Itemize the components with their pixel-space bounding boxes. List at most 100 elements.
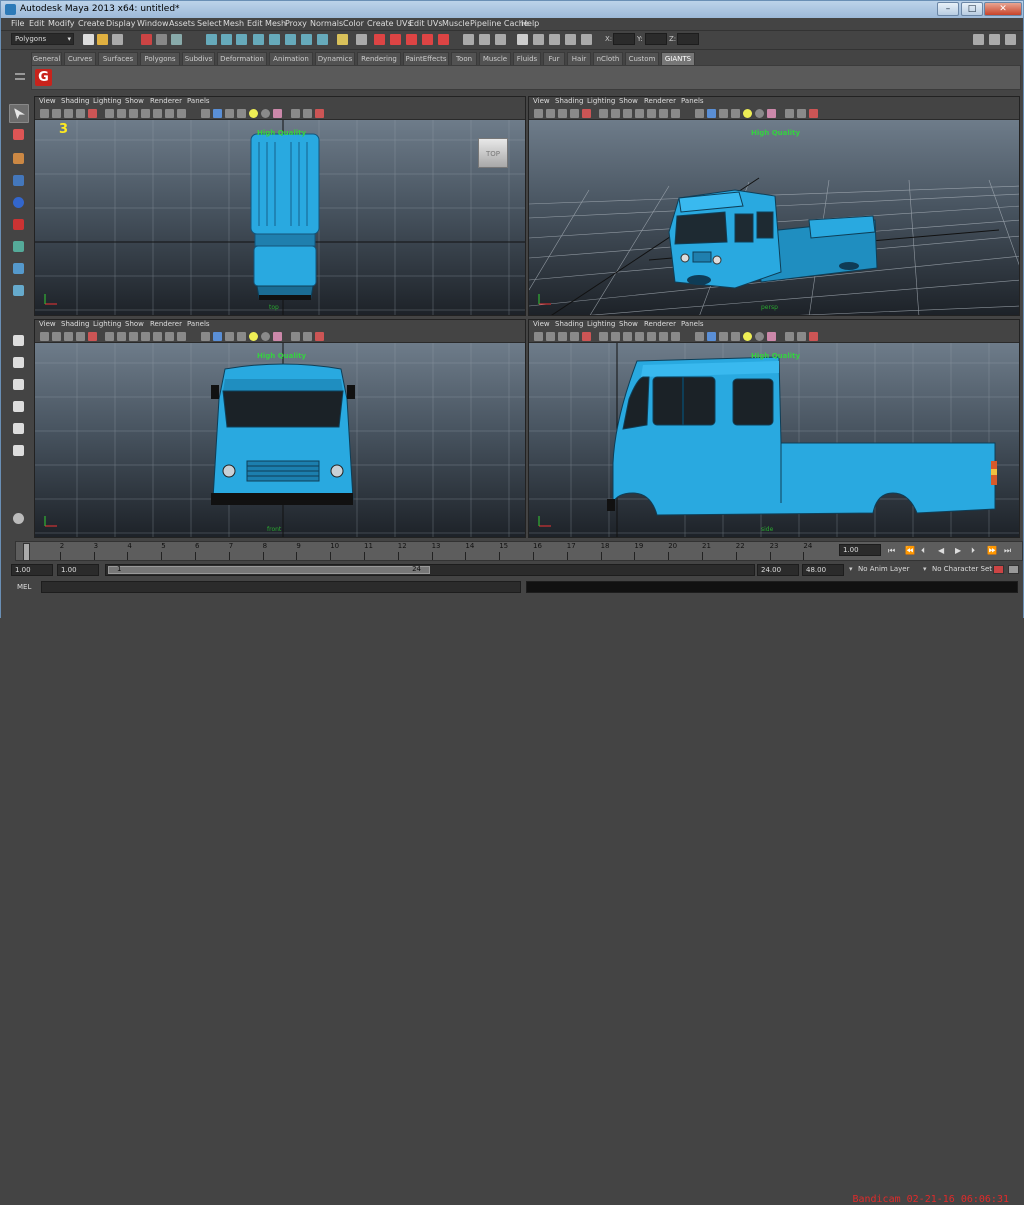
vp-menu-shading[interactable]: Shading xyxy=(555,97,583,105)
bookmark-icon[interactable] xyxy=(558,332,567,341)
xray-joints-icon[interactable] xyxy=(303,332,312,341)
layout-four-icon[interactable] xyxy=(9,354,29,373)
menu-mesh[interactable]: Mesh xyxy=(223,19,244,28)
shelf-tab-painteffects[interactable]: PaintEffects xyxy=(403,52,449,65)
menu-edit[interactable]: Edit xyxy=(29,19,45,28)
grease-pencil-icon[interactable] xyxy=(582,109,591,118)
film-gate-icon[interactable] xyxy=(611,109,620,118)
shelf-options[interactable] xyxy=(11,66,29,91)
layout-hypershade-icon[interactable] xyxy=(9,442,29,461)
select-tool[interactable] xyxy=(9,104,29,123)
vp-menu-renderer[interactable]: Renderer xyxy=(150,97,182,105)
hypershade-icon[interactable] xyxy=(422,34,433,45)
vp-menu-view[interactable]: View xyxy=(39,97,56,105)
xray-icon[interactable] xyxy=(731,332,740,341)
gate-mask-icon[interactable] xyxy=(635,332,644,341)
shelf-tab-subdivs[interactable]: Subdivs xyxy=(182,52,215,65)
vp-menu-panels[interactable]: Panels xyxy=(681,320,704,328)
viewport-top[interactable]: View Shading Lighting Show Renderer Pane… xyxy=(34,96,526,316)
universal-manip-tool[interactable] xyxy=(9,238,29,257)
shadows-icon[interactable] xyxy=(261,332,270,341)
menu-select[interactable]: Select xyxy=(197,19,222,28)
texture-icon[interactable] xyxy=(315,332,324,341)
step-forward-frame-button[interactable]: ⏵ xyxy=(971,546,975,556)
input-line-icon[interactable] xyxy=(356,34,367,45)
history-icon[interactable] xyxy=(285,34,296,45)
range-handle[interactable]: 1 24 xyxy=(108,565,430,574)
range-track[interactable]: 1 24 xyxy=(105,564,755,576)
character-set-selector[interactable]: No Character Set xyxy=(932,565,992,573)
safe-action-icon[interactable] xyxy=(659,332,668,341)
shelf-tab-toon[interactable]: Toon xyxy=(451,52,477,65)
menu-set-dropdown[interactable]: Polygons ▾ xyxy=(11,33,74,45)
menu-color[interactable]: Color xyxy=(343,19,364,28)
render-settings-icon[interactable] xyxy=(406,34,417,45)
vp-menu-view[interactable]: View xyxy=(39,320,56,328)
wireframe-icon[interactable] xyxy=(201,332,210,341)
time-slider[interactable]: 123456789101112131415161718192021222324 … xyxy=(15,541,1023,561)
image-plane-icon[interactable] xyxy=(76,332,85,341)
hq-render-icon[interactable] xyxy=(273,109,282,118)
grease-pencil-icon[interactable] xyxy=(582,332,591,341)
shelf-tab-deformation[interactable]: Deformation xyxy=(217,52,267,65)
scene-tool-icon[interactable] xyxy=(9,510,29,529)
field-chart-icon[interactable] xyxy=(647,332,656,341)
select-object-icon[interactable] xyxy=(156,34,167,45)
isolate-select-icon[interactable] xyxy=(785,109,794,118)
menu-edit-mesh[interactable]: Edit Mesh xyxy=(247,19,286,28)
vp-menu-renderer[interactable]: Renderer xyxy=(644,97,676,105)
shelf-tab-rendering[interactable]: Rendering xyxy=(357,52,401,65)
bookmark-icon[interactable] xyxy=(64,109,73,118)
shelf-tab-surfaces[interactable]: Surfaces xyxy=(98,52,138,65)
smooth-shade-icon[interactable] xyxy=(707,332,716,341)
ipr-render-icon[interactable] xyxy=(390,34,401,45)
vp-menu-panels[interactable]: Panels xyxy=(681,97,704,105)
animation-prefs-icon[interactable] xyxy=(1008,565,1019,574)
select-component-icon[interactable] xyxy=(171,34,182,45)
wireframe-icon[interactable] xyxy=(201,109,210,118)
safe-title-icon[interactable] xyxy=(177,332,186,341)
menu-assets[interactable]: Assets xyxy=(169,19,195,28)
shelf-tab-custom[interactable]: Custom xyxy=(625,52,659,65)
smooth-shade-icon[interactable] xyxy=(213,332,222,341)
xray-joints-icon[interactable] xyxy=(797,332,806,341)
open-scene-icon[interactable] xyxy=(97,34,108,45)
snap-grid-icon[interactable] xyxy=(206,34,217,45)
close-button[interactable]: ✕ xyxy=(984,2,1022,16)
help-icon[interactable] xyxy=(317,34,328,45)
xray-icon[interactable] xyxy=(237,332,246,341)
shelf-tab-animation[interactable]: Animation xyxy=(269,52,313,65)
channel-box-icon[interactable] xyxy=(495,34,506,45)
vp-menu-lighting[interactable]: Lighting xyxy=(587,97,615,105)
vp-menu-lighting[interactable]: Lighting xyxy=(93,97,121,105)
resolution-gate-icon[interactable] xyxy=(129,332,138,341)
shelf-tab-general[interactable]: General xyxy=(31,52,62,65)
menu-display[interactable]: Display xyxy=(106,19,136,28)
image-plane-icon[interactable] xyxy=(570,332,579,341)
soft-mod-tool[interactable] xyxy=(9,260,29,279)
lights-icon[interactable] xyxy=(249,109,258,118)
anim-layer-selector[interactable]: No Anim Layer xyxy=(858,565,909,573)
menu-create-uvs[interactable]: Create UVs xyxy=(367,19,412,28)
lasso-tool[interactable] xyxy=(9,126,29,145)
grease-pencil-icon[interactable] xyxy=(88,109,97,118)
shelf-tab-polygons[interactable]: Polygons xyxy=(140,52,180,65)
construction-icon[interactable] xyxy=(301,34,312,45)
safe-action-icon[interactable] xyxy=(659,109,668,118)
isolate-select-icon[interactable] xyxy=(785,332,794,341)
vp-menu-renderer[interactable]: Renderer xyxy=(644,320,676,328)
vp-menu-lighting[interactable]: Lighting xyxy=(93,320,121,328)
snap-plane-icon[interactable] xyxy=(253,34,264,45)
maximize-button[interactable]: □ xyxy=(961,2,983,16)
viewport-canvas[interactable]: High Quality persp xyxy=(529,120,1019,315)
smooth-shade-icon[interactable] xyxy=(707,109,716,118)
layout-graph-icon[interactable] xyxy=(9,420,29,439)
current-time-marker[interactable] xyxy=(23,543,30,561)
lock-icon[interactable] xyxy=(337,34,348,45)
show-manip-tool[interactable] xyxy=(9,282,29,301)
field-chart-icon[interactable] xyxy=(153,332,162,341)
menu-create[interactable]: Create xyxy=(78,19,105,28)
shelf-tab-dynamics[interactable]: Dynamics xyxy=(315,52,355,65)
field-chart-icon[interactable] xyxy=(647,109,656,118)
shadows-icon[interactable] xyxy=(261,109,270,118)
